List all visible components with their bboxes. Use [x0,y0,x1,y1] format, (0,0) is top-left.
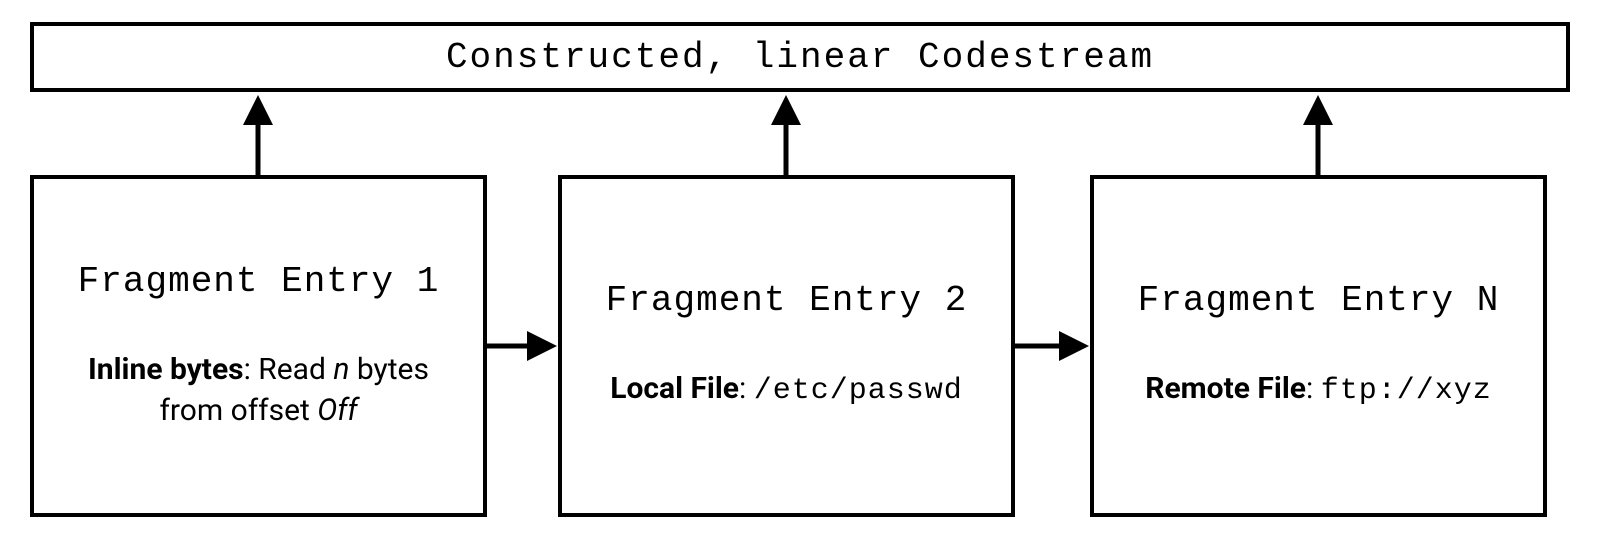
fragment-1-body: Inline bytes: Read n bytes from offset O… [54,350,463,431]
fragment-n-body: Remote File: ftp://xyz [1145,369,1491,412]
fragment-2-colon: : [739,371,754,406]
diagram-canvas: Constructed, linear Codestream Fragment … [0,0,1600,536]
fragment-1-title: Fragment Entry 1 [78,261,440,302]
fragment-entry-1-box: Fragment Entry 1 Inline bytes: Read n by… [30,175,487,517]
fragment-1-var-n: n [333,352,349,387]
fragment-n-path: ftp://xyz [1321,374,1492,408]
header-title: Constructed, linear Codestream [446,37,1154,78]
fragment-1-var-off: Off [317,393,357,428]
fragment-1-label: Inline bytes [88,352,244,387]
fragment-1-desc-prefix: : Read [244,352,334,387]
fragment-n-title: Fragment Entry N [1138,280,1500,321]
fragment-n-colon: : [1306,371,1321,406]
fragment-2-label: Local File [610,371,739,406]
fragment-2-title: Fragment Entry 2 [606,280,968,321]
fragment-entry-2-box: Fragment Entry 2 Local File: /etc/passwd [558,175,1015,517]
fragment-2-body: Local File: /etc/passwd [610,369,963,412]
fragment-n-label: Remote File [1145,371,1306,406]
fragment-2-path: /etc/passwd [754,374,963,408]
fragment-entry-n-box: Fragment Entry N Remote File: ftp://xyz [1090,175,1547,517]
header-codestream-box: Constructed, linear Codestream [30,22,1570,92]
